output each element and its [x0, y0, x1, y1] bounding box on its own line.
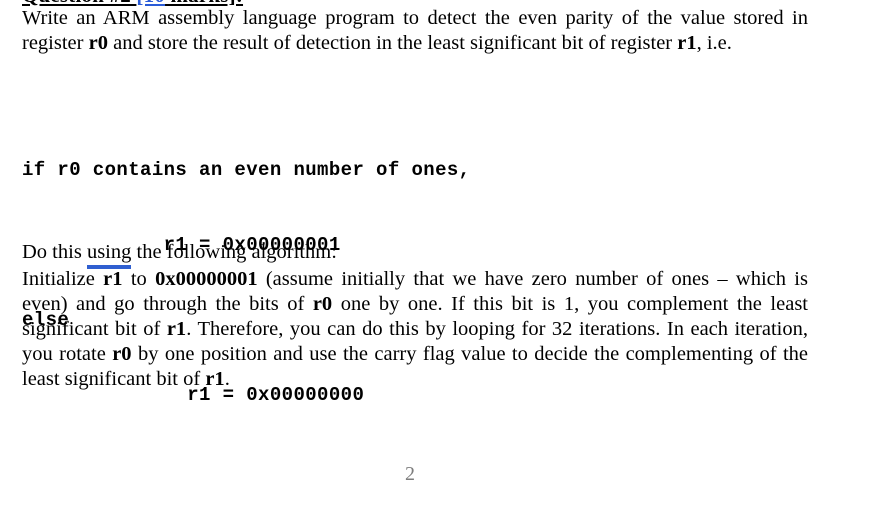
algorithm-intro-line: Do this using the following algorithm: — [22, 240, 808, 269]
algo-register-r1-b: r1 — [166, 318, 187, 340]
algorithm-block: Do this using the following algorithm: I… — [22, 240, 808, 392]
document-page: Question #2 [10 marks]: Write an ARM ass… — [0, 0, 874, 510]
algo-seg-7: . — [224, 368, 230, 390]
algo-hex-value: 0x00000001 — [155, 268, 258, 290]
grammar-flagged-word[interactable]: using — [86, 240, 132, 269]
algorithm-intro-after: the following algorithm: — [131, 241, 337, 263]
algorithm-paragraph: Initialize r1 to 0x00000001 (assume init… — [22, 267, 808, 392]
algo-register-r1-a: r1 — [103, 268, 123, 290]
algorithm-intro-before: Do this — [22, 241, 87, 263]
code-line-if: if r0 contains an even number of ones, — [22, 159, 471, 181]
algo-register-r1-c: r1 — [205, 368, 225, 390]
intro-seg-3: , i.e. — [696, 32, 732, 54]
register-r0-ref: r0 — [88, 32, 108, 54]
intro-seg-2: and store the result of detection in the… — [107, 32, 678, 54]
page-number: 2 — [405, 463, 415, 485]
algo-seg-2: to — [122, 268, 156, 290]
algo-register-r0-a: r0 — [312, 293, 333, 315]
intro-paragraph-block: Write an ARM assembly language program t… — [22, 6, 808, 56]
intro-paragraph: Write an ARM assembly language program t… — [22, 6, 808, 56]
algo-seg-6: by one position and use the carry flag v… — [22, 343, 808, 390]
algo-seg-1: Initialize — [22, 268, 104, 290]
register-r1-ref: r1 — [677, 32, 697, 54]
algo-register-r0-b: r0 — [112, 343, 132, 365]
